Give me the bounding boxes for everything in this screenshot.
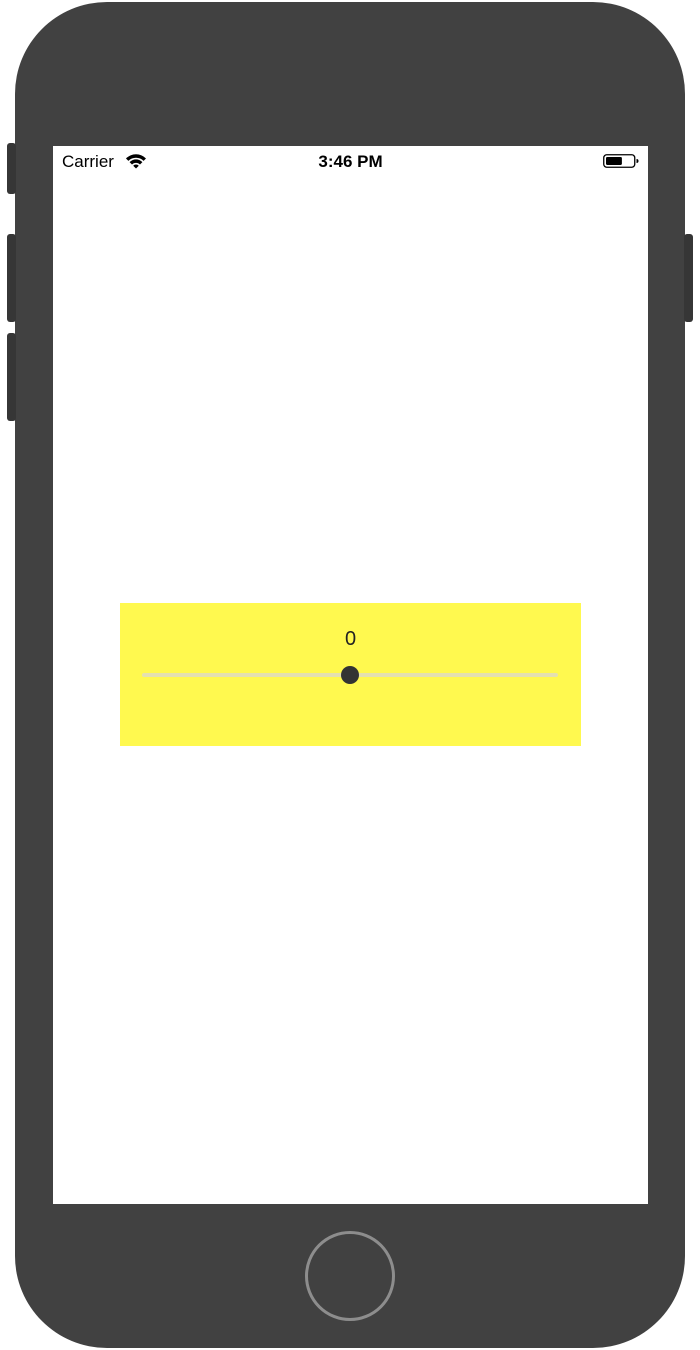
screen: Carrier 3:46 PM 0	[53, 146, 648, 1204]
slider-panel: 0	[120, 603, 581, 746]
mute-switch	[7, 143, 16, 194]
power-button	[684, 234, 693, 322]
battery-icon	[603, 154, 639, 168]
slider-thumb[interactable]	[341, 666, 359, 684]
volume-down-button	[7, 333, 16, 421]
home-button[interactable]	[305, 1231, 395, 1321]
clock: 3:46 PM	[318, 152, 383, 171]
slider-value-label: 0	[344, 628, 357, 650]
volume-up-button	[7, 234, 16, 322]
status-bar: Carrier 3:46 PM	[53, 146, 648, 176]
